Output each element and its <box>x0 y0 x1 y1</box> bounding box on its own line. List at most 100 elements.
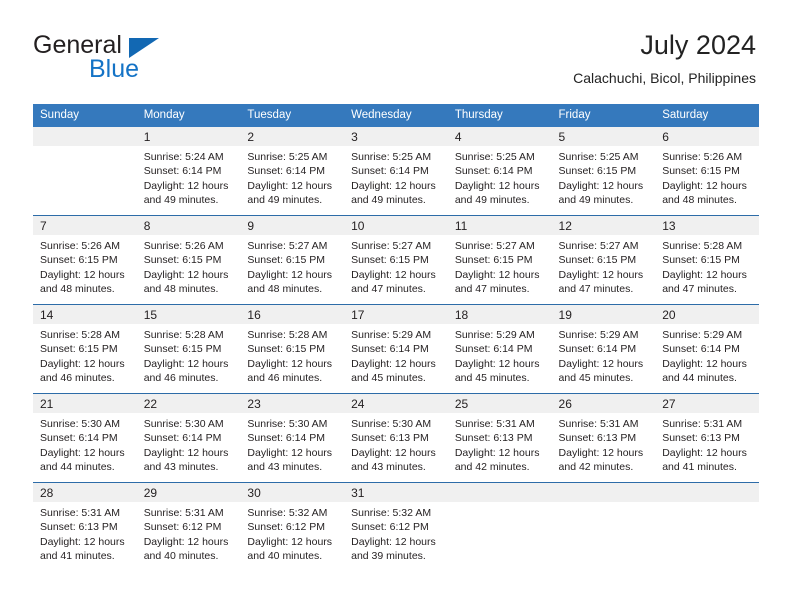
day-number: 1 <box>136 127 241 146</box>
calendar-day-cell[interactable]: 17 Sunrise: 5:29 AM Sunset: 6:14 PM Dayligh… <box>344 304 448 394</box>
weekday-header-thursday: Thursday <box>447 104 552 127</box>
day-details: Sunrise: 5:28 AM Sunset: 6:15 PM Daylight:… <box>137 324 241 385</box>
day-details: Sunrise: 5:25 AM Sunset: 6:15 PM Daylight:… <box>552 146 656 207</box>
calendar-day-cell[interactable]: 31 Sunrise: 5:32 AM Sunset: 6:12 PM Dayligh… <box>344 482 448 571</box>
calendar-day-cell[interactable]: 10 Sunrise: 5:27 AM Sunset: 6:15 PM Dayligh… <box>344 215 448 305</box>
daylight-text-line2: and 41 minutes. <box>662 460 737 473</box>
calendar-day-cell[interactable]: 26 Sunrise: 5:31 AM Sunset: 6:13 PM Dayligh… <box>551 393 656 483</box>
daylight-text-line2: and 45 minutes. <box>454 371 530 384</box>
calendar-day-cell[interactable]: 25 Sunrise: 5:31 AM Sunset: 6:13 PM Dayligh… <box>447 393 552 483</box>
calendar-day-cell[interactable]: 7 Sunrise: 5:26 AM Sunset: 6:15 PM Daylight… <box>33 215 137 305</box>
calendar-page: General Blue July 2024 Calachuchi, Bicol… <box>0 0 792 612</box>
day-cell-inner: 3 Sunrise: 5:25 AM Sunset: 6:14 PM Daylight… <box>344 127 448 215</box>
calendar-day-cell[interactable]: 3 Sunrise: 5:25 AM Sunset: 6:14 PM Daylight… <box>344 127 448 216</box>
day-details: Sunrise: 5:28 AM Sunset: 6:15 PM Daylight:… <box>655 235 759 296</box>
daylight-text-line1: Daylight: 12 hours <box>247 179 333 192</box>
sunrise-text: Sunrise: 5:28 AM <box>40 329 120 341</box>
calendar-day-cell[interactable]: 19 Sunrise: 5:29 AM Sunset: 6:14 PM Dayligh… <box>551 304 656 394</box>
day-number: 23 <box>240 394 345 413</box>
day-number: 29 <box>136 483 241 502</box>
sunset-text: Sunset: 6:14 PM <box>247 165 326 178</box>
sunset-text: Sunset: 6:15 PM <box>454 254 533 267</box>
day-details: Sunrise: 5:31 AM Sunset: 6:13 PM Daylight:… <box>448 413 552 474</box>
day-number: 17 <box>344 305 448 324</box>
calendar-day-cell[interactable]: 28 Sunrise: 5:31 AM Sunset: 6:13 PM Dayligh… <box>33 482 137 571</box>
day-number: 6 <box>655 127 759 146</box>
calendar-day-cell[interactable]: 15 Sunrise: 5:28 AM Sunset: 6:15 PM Dayligh… <box>136 304 241 394</box>
calendar-day-cell[interactable]: 16 Sunrise: 5:28 AM Sunset: 6:15 PM Dayligh… <box>240 304 345 394</box>
calendar-day-cell[interactable]: 13 Sunrise: 5:28 AM Sunset: 6:15 PM Dayligh… <box>655 215 759 305</box>
sunset-text: Sunset: 6:14 PM <box>454 343 533 356</box>
day-details: Sunrise: 5:25 AM Sunset: 6:14 PM Daylight:… <box>344 146 448 207</box>
calendar-day-cell[interactable]: 4 Sunrise: 5:25 AM Sunset: 6:14 PM Daylight… <box>447 127 552 216</box>
sunrise-text: Sunrise: 5:26 AM <box>40 240 120 252</box>
daylight-text-line1: Daylight: 12 hours <box>143 535 229 548</box>
daylight-text-line2: and 44 minutes. <box>662 371 737 384</box>
day-details: Sunrise: 5:31 AM Sunset: 6:12 PM Daylight:… <box>137 502 241 563</box>
calendar-day-cell[interactable]: 22 Sunrise: 5:30 AM Sunset: 6:14 PM Dayligh… <box>136 393 241 483</box>
calendar-day-cell[interactable]: 9 Sunrise: 5:27 AM Sunset: 6:15 PM Daylight… <box>240 215 345 305</box>
day-cell-inner: 8 Sunrise: 5:26 AM Sunset: 6:15 PM Daylight… <box>136 216 241 304</box>
sunrise-text: Sunrise: 5:30 AM <box>247 418 328 430</box>
daylight-text-line2: and 42 minutes. <box>558 460 634 473</box>
sunrise-text: Sunrise: 5:28 AM <box>662 240 743 252</box>
sunrise-text: Sunrise: 5:27 AM <box>558 240 639 252</box>
calendar-day-cell[interactable]: 11 Sunrise: 5:27 AM Sunset: 6:15 PM Dayligh… <box>447 215 552 305</box>
title-block: July 2024 Calachuchi, Bicol, Philippines <box>573 29 756 87</box>
daylight-text-line1: Daylight: 12 hours <box>351 179 436 192</box>
daylight-text-line2: and 46 minutes. <box>40 371 115 384</box>
day-cell-inner: 7 Sunrise: 5:26 AM Sunset: 6:15 PM Daylight… <box>33 216 137 304</box>
day-details: Sunrise: 5:24 AM Sunset: 6:14 PM Daylight:… <box>137 146 241 207</box>
daylight-text-line1: Daylight: 12 hours <box>454 357 540 370</box>
calendar-day-cell[interactable]: 5 Sunrise: 5:25 AM Sunset: 6:15 PM Daylight… <box>551 127 656 216</box>
calendar-day-cell[interactable]: 27 Sunrise: 5:31 AM Sunset: 6:13 PM Dayligh… <box>655 393 759 483</box>
calendar-day-cell[interactable]: 30 Sunrise: 5:32 AM Sunset: 6:12 PM Dayligh… <box>240 482 345 571</box>
general-blue-logo[interactable]: General Blue <box>33 33 263 85</box>
daylight-text-line1: Daylight: 12 hours <box>351 268 436 281</box>
daylight-text-line2: and 48 minutes. <box>143 282 219 295</box>
day-cell-inner: 21 Sunrise: 5:30 AM Sunset: 6:14 PM Dayligh… <box>33 394 137 482</box>
daylight-text-line2: and 46 minutes. <box>143 371 219 384</box>
daylight-text-line2: and 48 minutes. <box>247 282 323 295</box>
calendar-day-cell[interactable]: 6 Sunrise: 5:26 AM Sunset: 6:15 PM Daylight… <box>655 127 759 216</box>
day-details: Sunrise: 5:27 AM Sunset: 6:15 PM Daylight:… <box>240 235 344 296</box>
daylight-text-line1: Daylight: 12 hours <box>40 268 125 281</box>
weekday-header-tuesday: Tuesday <box>240 104 345 127</box>
daylight-text-line2: and 47 minutes. <box>662 282 737 295</box>
sunrise-text: Sunrise: 5:26 AM <box>143 240 224 252</box>
day-details: Sunrise: 5:31 AM Sunset: 6:13 PM Daylight:… <box>552 413 656 474</box>
day-number: 27 <box>655 394 759 413</box>
calendar-day-cell[interactable]: 21 Sunrise: 5:30 AM Sunset: 6:14 PM Dayligh… <box>33 393 137 483</box>
calendar-day-cell[interactable]: 24 Sunrise: 5:30 AM Sunset: 6:13 PM Dayligh… <box>344 393 448 483</box>
calendar-day-cell[interactable]: 20 Sunrise: 5:29 AM Sunset: 6:14 PM Dayligh… <box>655 304 759 394</box>
day-number: 19 <box>551 305 656 324</box>
day-cell-inner: 29 Sunrise: 5:31 AM Sunset: 6:12 PM Dayligh… <box>136 483 241 571</box>
calendar-day-cell[interactable]: 29 Sunrise: 5:31 AM Sunset: 6:12 PM Dayligh… <box>136 482 241 571</box>
day-number: 25 <box>447 394 552 413</box>
calendar-day-cell[interactable]: 18 Sunrise: 5:29 AM Sunset: 6:14 PM Dayligh… <box>447 304 552 394</box>
calendar-day-cell[interactable]: 12 Sunrise: 5:27 AM Sunset: 6:15 PM Dayligh… <box>551 215 656 305</box>
daylight-text-line2: and 40 minutes. <box>143 549 219 562</box>
daylight-text-line1: Daylight: 12 hours <box>558 268 644 281</box>
calendar-day-cell[interactable]: 2 Sunrise: 5:25 AM Sunset: 6:14 PM Daylight… <box>240 127 345 216</box>
day-details: Sunrise: 5:31 AM Sunset: 6:13 PM Daylight:… <box>33 502 137 563</box>
sunrise-text: Sunrise: 5:27 AM <box>454 240 535 252</box>
daylight-text-line2: and 39 minutes. <box>351 549 426 562</box>
daylight-text-line2: and 48 minutes. <box>662 193 737 206</box>
calendar-day-cell[interactable]: 8 Sunrise: 5:26 AM Sunset: 6:15 PM Daylight… <box>136 215 241 305</box>
sunset-text: Sunset: 6:14 PM <box>662 343 740 356</box>
sunset-text: Sunset: 6:15 PM <box>143 254 222 267</box>
day-details: Sunrise: 5:27 AM Sunset: 6:15 PM Daylight:… <box>344 235 448 296</box>
day-cell-inner <box>551 483 656 571</box>
daylight-text-line1: Daylight: 12 hours <box>143 357 229 370</box>
sunset-text: Sunset: 6:14 PM <box>143 165 222 178</box>
weekday-header-saturday: Saturday <box>655 104 759 127</box>
sunrise-text: Sunrise: 5:31 AM <box>662 418 743 430</box>
calendar-empty-cell <box>33 127 137 216</box>
day-cell-inner: 13 Sunrise: 5:28 AM Sunset: 6:15 PM Dayligh… <box>655 216 759 304</box>
sunrise-text: Sunrise: 5:26 AM <box>662 151 743 163</box>
calendar-day-cell[interactable]: 1 Sunrise: 5:24 AM Sunset: 6:14 PM Daylight… <box>136 127 241 216</box>
calendar-day-cell[interactable]: 23 Sunrise: 5:30 AM Sunset: 6:14 PM Dayligh… <box>240 393 345 483</box>
calendar-day-cell[interactable]: 14 Sunrise: 5:28 AM Sunset: 6:15 PM Dayligh… <box>33 304 137 394</box>
sunset-text: Sunset: 6:12 PM <box>143 521 222 534</box>
